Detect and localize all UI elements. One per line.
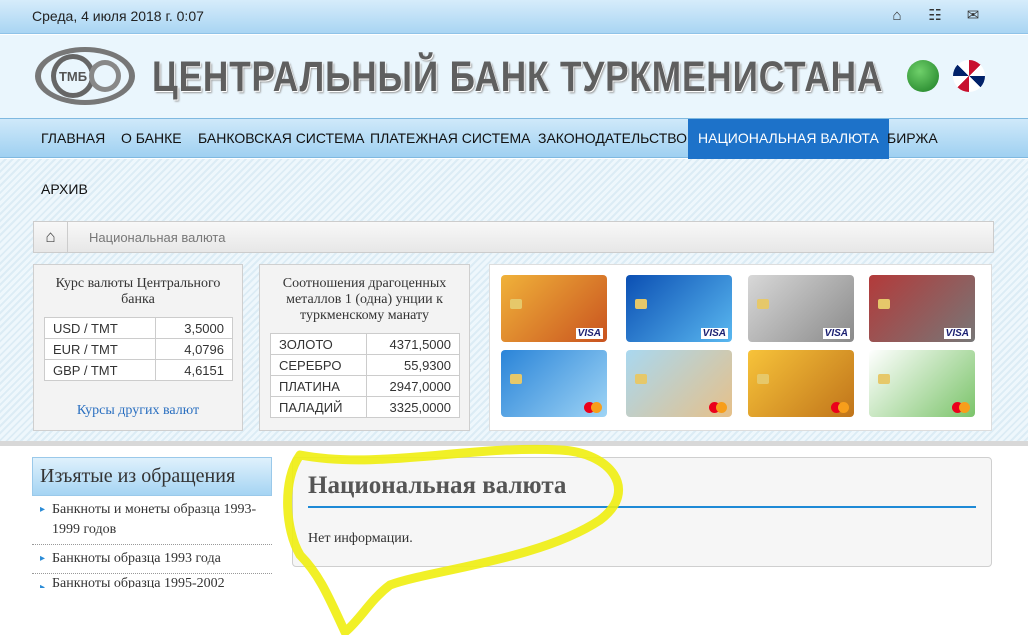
currency-pair: GBP / TMT	[44, 359, 156, 381]
currency-pair: EUR / TMT	[44, 338, 156, 360]
card-image[interactable]: VISA	[869, 275, 975, 342]
bank-cards-gallery: VISA VISA VISA VISA	[489, 264, 992, 431]
nav-item-legislation[interactable]: ЗАКОНОДАТЕЛЬСТВО	[538, 119, 687, 159]
table-row: ПЛАТИНА 2947,0000	[270, 375, 461, 397]
table-row: ПАЛАДИЙ 3325,0000	[270, 396, 461, 418]
rate-value: 4,6151	[154, 359, 234, 381]
main-area: АРХИВ ⌂ Национальная валюта Курс валюты …	[0, 159, 1028, 441]
metal-value: 55,9300	[365, 354, 461, 376]
uk-flag-icon[interactable]	[953, 60, 985, 92]
card-image[interactable]: VISA	[748, 275, 854, 342]
logo-text: ТМБ	[59, 69, 87, 84]
metal-name: СЕРЕБРО	[270, 354, 367, 376]
card-image[interactable]: VISA	[626, 275, 732, 342]
sidebar-item-1995-2002[interactable]: Банкноты образца 1995-2002	[32, 574, 272, 588]
card-image[interactable]	[626, 350, 732, 417]
currency-pair: USD / TMT	[44, 317, 156, 339]
breadcrumb: ⌂ Национальная валюта	[33, 221, 994, 253]
nav-item-payment-system[interactable]: ПЛАТЕЖНАЯ СИСТЕМА	[370, 119, 530, 159]
metal-name: ЗОЛОТО	[270, 333, 367, 355]
site-title: ЦЕНТРАЛЬНЫЙ БАНК ТУРКМЕНИСТАНА	[152, 53, 884, 101]
home-icon[interactable]: ⌂	[888, 7, 906, 25]
no-info-text: Нет информации.	[308, 531, 413, 546]
main-nav: ГЛАВНАЯ О БАНКЕ БАНКОВСКАЯ СИСТЕМА ПЛАТЕ…	[0, 118, 1028, 159]
sidebar: Изъятые из обращения Банкноты и монеты о…	[32, 457, 272, 588]
nav-item-national-currency[interactable]: НАЦИОНАЛЬНАЯ ВАЛЮТА	[688, 119, 889, 159]
metal-name: ПЛАТИНА	[270, 375, 367, 397]
bank-logo[interactable]: ТМБ	[33, 45, 138, 107]
content-panel: Национальная валюта Нет информации.	[292, 457, 992, 567]
metal-value: 3325,0000	[365, 396, 461, 418]
sitemap-icon[interactable]: ☷	[926, 7, 944, 25]
site-header: ТМБ ЦЕНТРАЛЬНЫЙ БАНК ТУРКМЕНИСТАНА	[0, 35, 1028, 118]
sidebar-title: Изъятые из обращения	[32, 457, 272, 496]
nav-item-about[interactable]: О БАНКЕ	[121, 119, 182, 159]
table-row: ЗОЛОТО 4371,5000	[270, 333, 461, 355]
metals-title: Соотношения драгоценных металлов 1 (одна…	[282, 276, 447, 323]
card-image[interactable]	[748, 350, 854, 417]
top-bar: Среда, 4 июля 2018 г. 0:07 ⌂ ☷ ✉	[0, 0, 1028, 34]
sidebar-item-1993[interactable]: Банкноты образца 1993 года	[32, 545, 272, 574]
metal-value: 4371,5000	[365, 333, 461, 355]
breadcrumb-home-icon[interactable]: ⌂	[34, 222, 68, 252]
visa-logo: VISA	[943, 328, 971, 339]
card-image[interactable]	[869, 350, 975, 417]
card-image[interactable]: VISA	[501, 275, 607, 342]
archive-link[interactable]: АРХИВ	[41, 181, 88, 197]
table-row: GBP / TMT 4,6151	[44, 359, 234, 381]
nav-item-home[interactable]: ГЛАВНАЯ	[41, 119, 105, 159]
divider	[0, 441, 1028, 446]
rate-value: 3,5000	[154, 317, 234, 339]
metal-name: ПАЛАДИЙ	[270, 396, 367, 418]
breadcrumb-current: Национальная валюта	[89, 230, 226, 245]
other-currencies-link[interactable]: Курсы других валют	[34, 403, 242, 419]
metal-value: 2947,0000	[365, 375, 461, 397]
visa-logo: VISA	[822, 328, 850, 339]
metals-table: ЗОЛОТО 4371,5000 СЕРЕБРО 55,9300 ПЛАТИНА 29…	[270, 333, 461, 418]
table-row: USD / TMT 3,5000	[44, 317, 234, 339]
sidebar-item-1993-1999[interactable]: Банкноты и монеты образца 1993-1999 годо…	[32, 496, 272, 545]
card-image[interactable]	[501, 350, 607, 417]
nav-item-banking-system[interactable]: БАНКОВСКАЯ СИСТЕМА	[198, 119, 364, 159]
current-date: Среда, 4 июля 2018 г. 0:07	[32, 8, 204, 24]
title-underline	[308, 506, 976, 508]
page-title: Национальная валюта	[308, 472, 567, 499]
visa-logo: VISA	[575, 328, 603, 339]
visa-logo: VISA	[700, 328, 728, 339]
table-row: СЕРЕБРО 55,9300	[270, 354, 461, 376]
exchange-rates-widget: Курс валюты Центрального банка USD / TMT…	[33, 264, 243, 431]
turkmen-flag-icon[interactable]	[907, 60, 939, 92]
rates-table: USD / TMT 3,5000 EUR / TMT 4,0796 GBP / TM…	[44, 317, 234, 381]
table-row: EUR / TMT 4,0796	[44, 338, 234, 360]
rates-title: Курс валюты Центрального банка	[55, 276, 221, 307]
nav-item-exchange[interactable]: БИРЖА	[887, 119, 938, 159]
mail-icon[interactable]: ✉	[964, 7, 982, 25]
rate-value: 4,0796	[154, 338, 234, 360]
metals-widget: Соотношения драгоценных металлов 1 (одна…	[259, 264, 470, 431]
